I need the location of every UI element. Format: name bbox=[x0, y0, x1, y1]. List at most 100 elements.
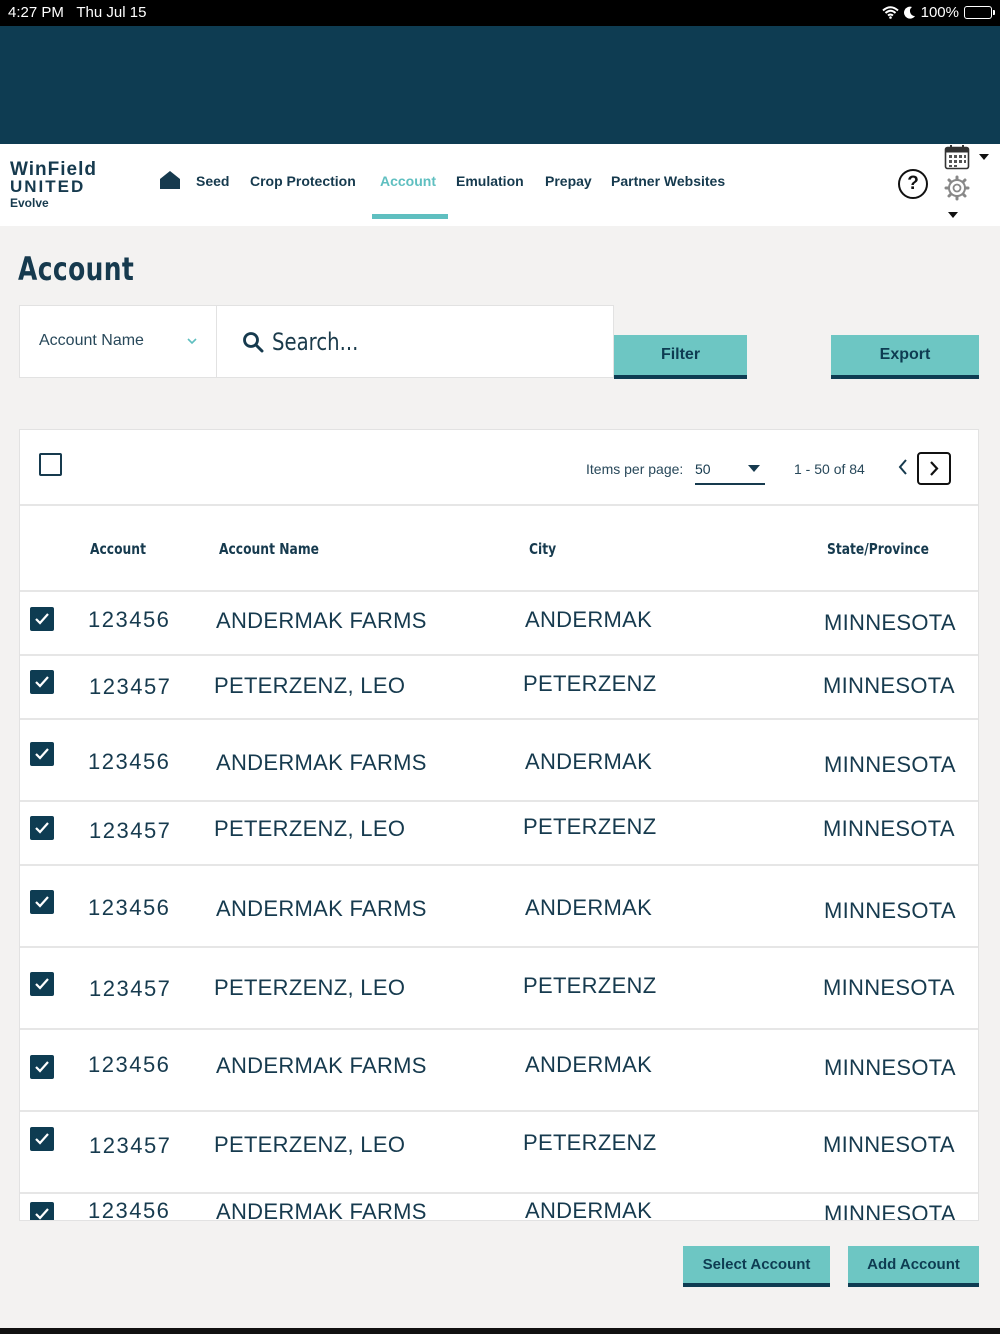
check-icon bbox=[35, 896, 49, 908]
winfield-logo[interactable]: WinField UNITED Evolve bbox=[10, 160, 97, 209]
table-toolbar: Items per page: 50 1 - 50 of 84 bbox=[20, 430, 978, 506]
chevron-down-icon bbox=[187, 338, 197, 345]
cell-city: PETERZENZ bbox=[523, 814, 657, 839]
calendar-dropdown-caret[interactable] bbox=[979, 154, 989, 160]
table-row[interactable]: 123456 ANDERMAK FARMS ANDERMAK MINNESOTA bbox=[20, 592, 978, 656]
cell-account-name: ANDERMAK FARMS bbox=[216, 608, 427, 633]
row-checkbox[interactable] bbox=[30, 742, 54, 766]
filter-button[interactable]: Filter bbox=[614, 335, 747, 379]
page-title: Account bbox=[18, 250, 135, 288]
chevron-down-icon bbox=[748, 465, 760, 472]
cell-account: 123456 bbox=[88, 1198, 171, 1221]
cell-state: MINNESOTA bbox=[823, 975, 955, 1000]
row-checkbox[interactable] bbox=[30, 1127, 54, 1151]
status-time: 4:27 PM Thu Jul 15 bbox=[8, 4, 147, 21]
active-nav-indicator bbox=[372, 214, 448, 219]
next-page-button[interactable] bbox=[917, 452, 951, 485]
nav-item-partner-websites[interactable]: Partner Websites bbox=[611, 173, 725, 189]
nav-item-account[interactable]: Account bbox=[380, 173, 436, 189]
search-field-select[interactable]: Account Name bbox=[20, 306, 217, 377]
nav-item-seed[interactable]: Seed bbox=[196, 173, 229, 189]
search-input[interactable] bbox=[272, 324, 543, 360]
cell-state: MINNESOTA bbox=[824, 898, 956, 923]
column-header-account-name[interactable]: Account Name bbox=[219, 540, 319, 558]
export-button[interactable]: Export bbox=[831, 335, 979, 379]
cell-city: PETERZENZ bbox=[523, 1130, 657, 1155]
cell-account: 123457 bbox=[89, 1133, 172, 1158]
column-header-account[interactable]: Account bbox=[90, 540, 146, 558]
status-indicators: 100% bbox=[881, 4, 995, 21]
cell-account-name: ANDERMAK FARMS bbox=[216, 750, 427, 775]
items-per-page-select[interactable]: 50 bbox=[695, 457, 765, 485]
row-checkbox[interactable] bbox=[30, 1055, 54, 1079]
accounts-table: Items per page: 50 1 - 50 of 84 Account … bbox=[19, 429, 979, 1221]
search-bar: Account Name bbox=[19, 305, 614, 378]
cell-state: MINNESOTA bbox=[823, 673, 955, 698]
cell-state: MINNESOTA bbox=[824, 1055, 956, 1080]
pagination-range: 1 - 50 of 84 bbox=[794, 461, 865, 477]
row-checkbox[interactable] bbox=[30, 607, 54, 631]
logo-line-2: UNITED bbox=[10, 177, 86, 196]
table-row[interactable]: 123456 ANDERMAK FARMS ANDERMAK MINNESOTA bbox=[20, 1194, 978, 1221]
column-header-state[interactable]: State/Province bbox=[827, 540, 929, 558]
table-row[interactable]: 123457 PETERZENZ, LEO PETERZENZ MINNESOT… bbox=[20, 656, 978, 720]
top-navigation: WinField UNITED Evolve Seed Crop Protect… bbox=[0, 144, 1000, 226]
cell-account-name: PETERZENZ, LEO bbox=[214, 816, 406, 841]
cell-account: 123457 bbox=[89, 818, 172, 843]
cell-account-name: ANDERMAK FARMS bbox=[216, 896, 427, 921]
logo-line-3: Evolve bbox=[10, 196, 49, 210]
help-icon[interactable]: ? bbox=[898, 169, 928, 199]
table-row[interactable]: 123456 ANDERMAK FARMS ANDERMAK MINNESOTA bbox=[20, 866, 978, 948]
cell-city: PETERZENZ bbox=[523, 671, 657, 696]
cell-account: 123456 bbox=[88, 749, 171, 774]
table-row[interactable]: 123457 PETERZENZ, LEO PETERZENZ MINNESOT… bbox=[20, 802, 978, 866]
previous-page-button[interactable] bbox=[893, 457, 913, 481]
table-row[interactable]: 123456 ANDERMAK FARMS ANDERMAK MINNESOTA bbox=[20, 1030, 978, 1112]
row-checkbox[interactable] bbox=[30, 670, 54, 694]
select-all-checkbox[interactable] bbox=[39, 453, 62, 476]
check-icon bbox=[35, 1208, 49, 1220]
status-bar: 4:27 PM Thu Jul 15 100% bbox=[0, 0, 1000, 26]
row-checkbox[interactable] bbox=[30, 816, 54, 840]
cell-account: 123457 bbox=[89, 674, 172, 699]
row-checkbox[interactable] bbox=[30, 1202, 54, 1220]
check-icon bbox=[35, 1061, 49, 1073]
cell-city: PETERZENZ bbox=[523, 973, 657, 998]
table-row[interactable]: 123457 PETERZENZ, LEO PETERZENZ MINNESOT… bbox=[20, 948, 978, 1030]
home-icon[interactable] bbox=[159, 170, 181, 190]
battery-icon bbox=[964, 6, 995, 19]
items-per-page-value: 50 bbox=[695, 461, 711, 477]
select-account-button[interactable]: Select Account bbox=[683, 1246, 830, 1287]
cell-account: 123456 bbox=[88, 607, 171, 632]
cell-city: ANDERMAK bbox=[525, 749, 653, 774]
row-checkbox[interactable] bbox=[30, 890, 54, 914]
cell-account-name: PETERZENZ, LEO bbox=[214, 975, 406, 1000]
nav-item-emulation[interactable]: Emulation bbox=[456, 173, 524, 189]
cell-city: ANDERMAK bbox=[525, 1052, 653, 1077]
chevron-right-icon bbox=[930, 461, 939, 476]
gear-icon[interactable] bbox=[944, 175, 970, 201]
nav-item-crop-protection[interactable]: Crop Protection bbox=[250, 173, 356, 189]
calendar-icon[interactable] bbox=[944, 144, 970, 170]
settings-dropdown-caret[interactable] bbox=[948, 212, 958, 218]
table-row[interactable]: 123457 PETERZENZ, LEO PETERZENZ MINNESOT… bbox=[20, 1112, 978, 1194]
cell-state: MINNESOTA bbox=[824, 1201, 956, 1221]
column-header-city[interactable]: City bbox=[529, 540, 556, 558]
cell-city: ANDERMAK bbox=[525, 1198, 653, 1221]
cell-state: MINNESOTA bbox=[823, 1132, 955, 1157]
search-field-label: Account Name bbox=[39, 332, 144, 349]
wifi-icon bbox=[881, 6, 899, 19]
cell-account-name: PETERZENZ, LEO bbox=[214, 673, 406, 698]
table-row[interactable]: 123456 ANDERMAK FARMS ANDERMAK MINNESOTA bbox=[20, 720, 978, 802]
check-icon bbox=[35, 613, 49, 625]
add-account-button[interactable]: Add Account bbox=[848, 1246, 979, 1287]
cell-state: MINNESOTA bbox=[824, 752, 956, 777]
cell-account: 123457 bbox=[89, 976, 172, 1001]
cell-account-name: ANDERMAK FARMS bbox=[216, 1053, 427, 1078]
moon-icon bbox=[903, 6, 915, 19]
cell-account-name: ANDERMAK FARMS bbox=[216, 1199, 427, 1221]
row-checkbox[interactable] bbox=[30, 972, 54, 996]
check-icon bbox=[35, 822, 49, 834]
search-icon bbox=[243, 332, 264, 353]
nav-item-prepay[interactable]: Prepay bbox=[545, 173, 592, 189]
